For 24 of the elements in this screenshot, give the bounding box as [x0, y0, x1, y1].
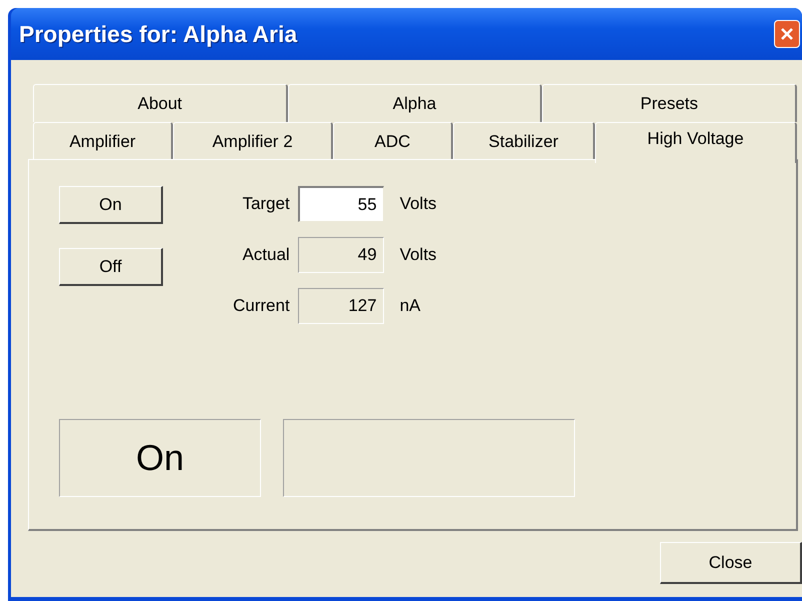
tab[interactable]: Amplifier — [33, 122, 173, 160]
button[interactable]: On — [59, 186, 163, 224]
tab[interactable]: High Voltage — [595, 122, 797, 163]
field-label: Target — [241, 194, 290, 214]
tab[interactable]: Amplifier 2 — [173, 122, 333, 160]
readout-field: 49 — [298, 237, 384, 273]
tab[interactable]: ADC — [333, 122, 453, 160]
readout-field: 127 — [298, 288, 384, 324]
input-field[interactable]: 55 — [298, 186, 384, 222]
field-label: Current — [233, 296, 290, 316]
unit-label: nA — [400, 296, 422, 316]
tab[interactable]: Alpha — [288, 84, 542, 122]
close-icon — [780, 27, 794, 41]
tab[interactable]: About — [33, 84, 288, 122]
tab[interactable]: Stabilizer — [453, 122, 595, 160]
field-label: Actual — [241, 245, 290, 265]
unit-label: Volts — [400, 245, 437, 265]
close-button[interactable]: Close — [660, 542, 802, 584]
button[interactable]: Off — [59, 248, 163, 286]
close-button[interactable] — [774, 20, 800, 48]
window-title: Properties for: Alpha Aria — [19, 20, 298, 48]
unit-label: Volts — [400, 194, 437, 214]
status-display: On — [59, 419, 261, 497]
tab[interactable]: Presets — [542, 84, 798, 122]
